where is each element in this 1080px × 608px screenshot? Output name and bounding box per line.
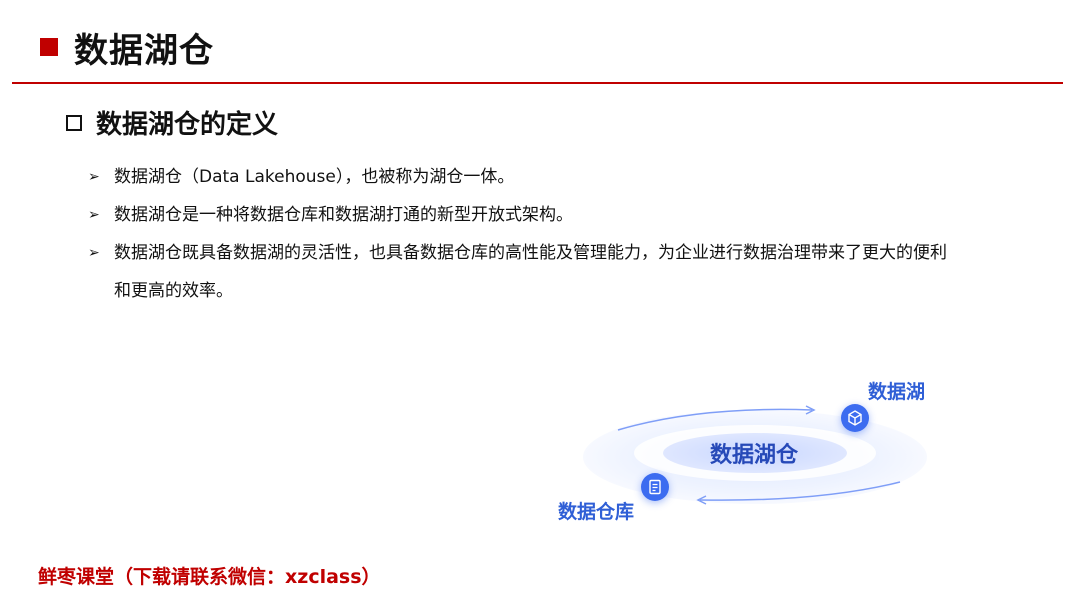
bullet-text: 数据湖仓是一种将数据仓库和数据湖打通的新型开放式架构。 — [114, 205, 573, 225]
slide-header: 数据湖仓 — [40, 22, 214, 72]
footer-contact: 鲜枣课堂（下载请联系微信：xzclass） — [38, 566, 381, 588]
data-lake-label: 数据湖 — [868, 381, 926, 403]
page-title: 数据湖仓 — [74, 30, 214, 71]
bullet-text: 数据湖仓既具备数据湖的灵活性，也具备数据仓库的高性能及管理能力，为企业进行数据治… — [114, 243, 947, 301]
document-icon — [641, 473, 669, 501]
list-item: ➢ 数据湖仓（Data Lakehouse），也被称为湖仓一体。 — [88, 158, 958, 196]
list-item: ➢ 数据湖仓既具备数据湖的灵活性，也具备数据仓库的高性能及管理能力，为企业进行数… — [88, 234, 958, 310]
list-item: ➢ 数据湖仓是一种将数据仓库和数据湖打通的新型开放式架构。 — [88, 196, 958, 234]
cube-icon — [841, 404, 869, 432]
section-title: 数据湖仓的定义 — [96, 110, 279, 140]
bullet-text: 数据湖仓（Data Lakehouse），也被称为湖仓一体。 — [114, 167, 515, 187]
arrow-bullet-icon: ➢ — [88, 207, 100, 223]
lakehouse-diagram: 数据湖仓 数据湖 数据仓库 — [558, 370, 960, 530]
header-square-marker — [40, 38, 58, 56]
lakehouse-label: 数据湖仓 — [710, 443, 799, 468]
arrow-bullet-icon: ➢ — [88, 245, 100, 261]
hollow-square-icon — [66, 114, 82, 131]
section-heading: 数据湖仓的定义 — [66, 104, 278, 141]
arrow-bullet-icon: ➢ — [88, 169, 100, 185]
header-divider — [12, 82, 1063, 84]
bullet-list: ➢ 数据湖仓（Data Lakehouse），也被称为湖仓一体。 ➢ 数据湖仓是… — [88, 158, 958, 310]
data-warehouse-label: 数据仓库 — [558, 501, 635, 523]
